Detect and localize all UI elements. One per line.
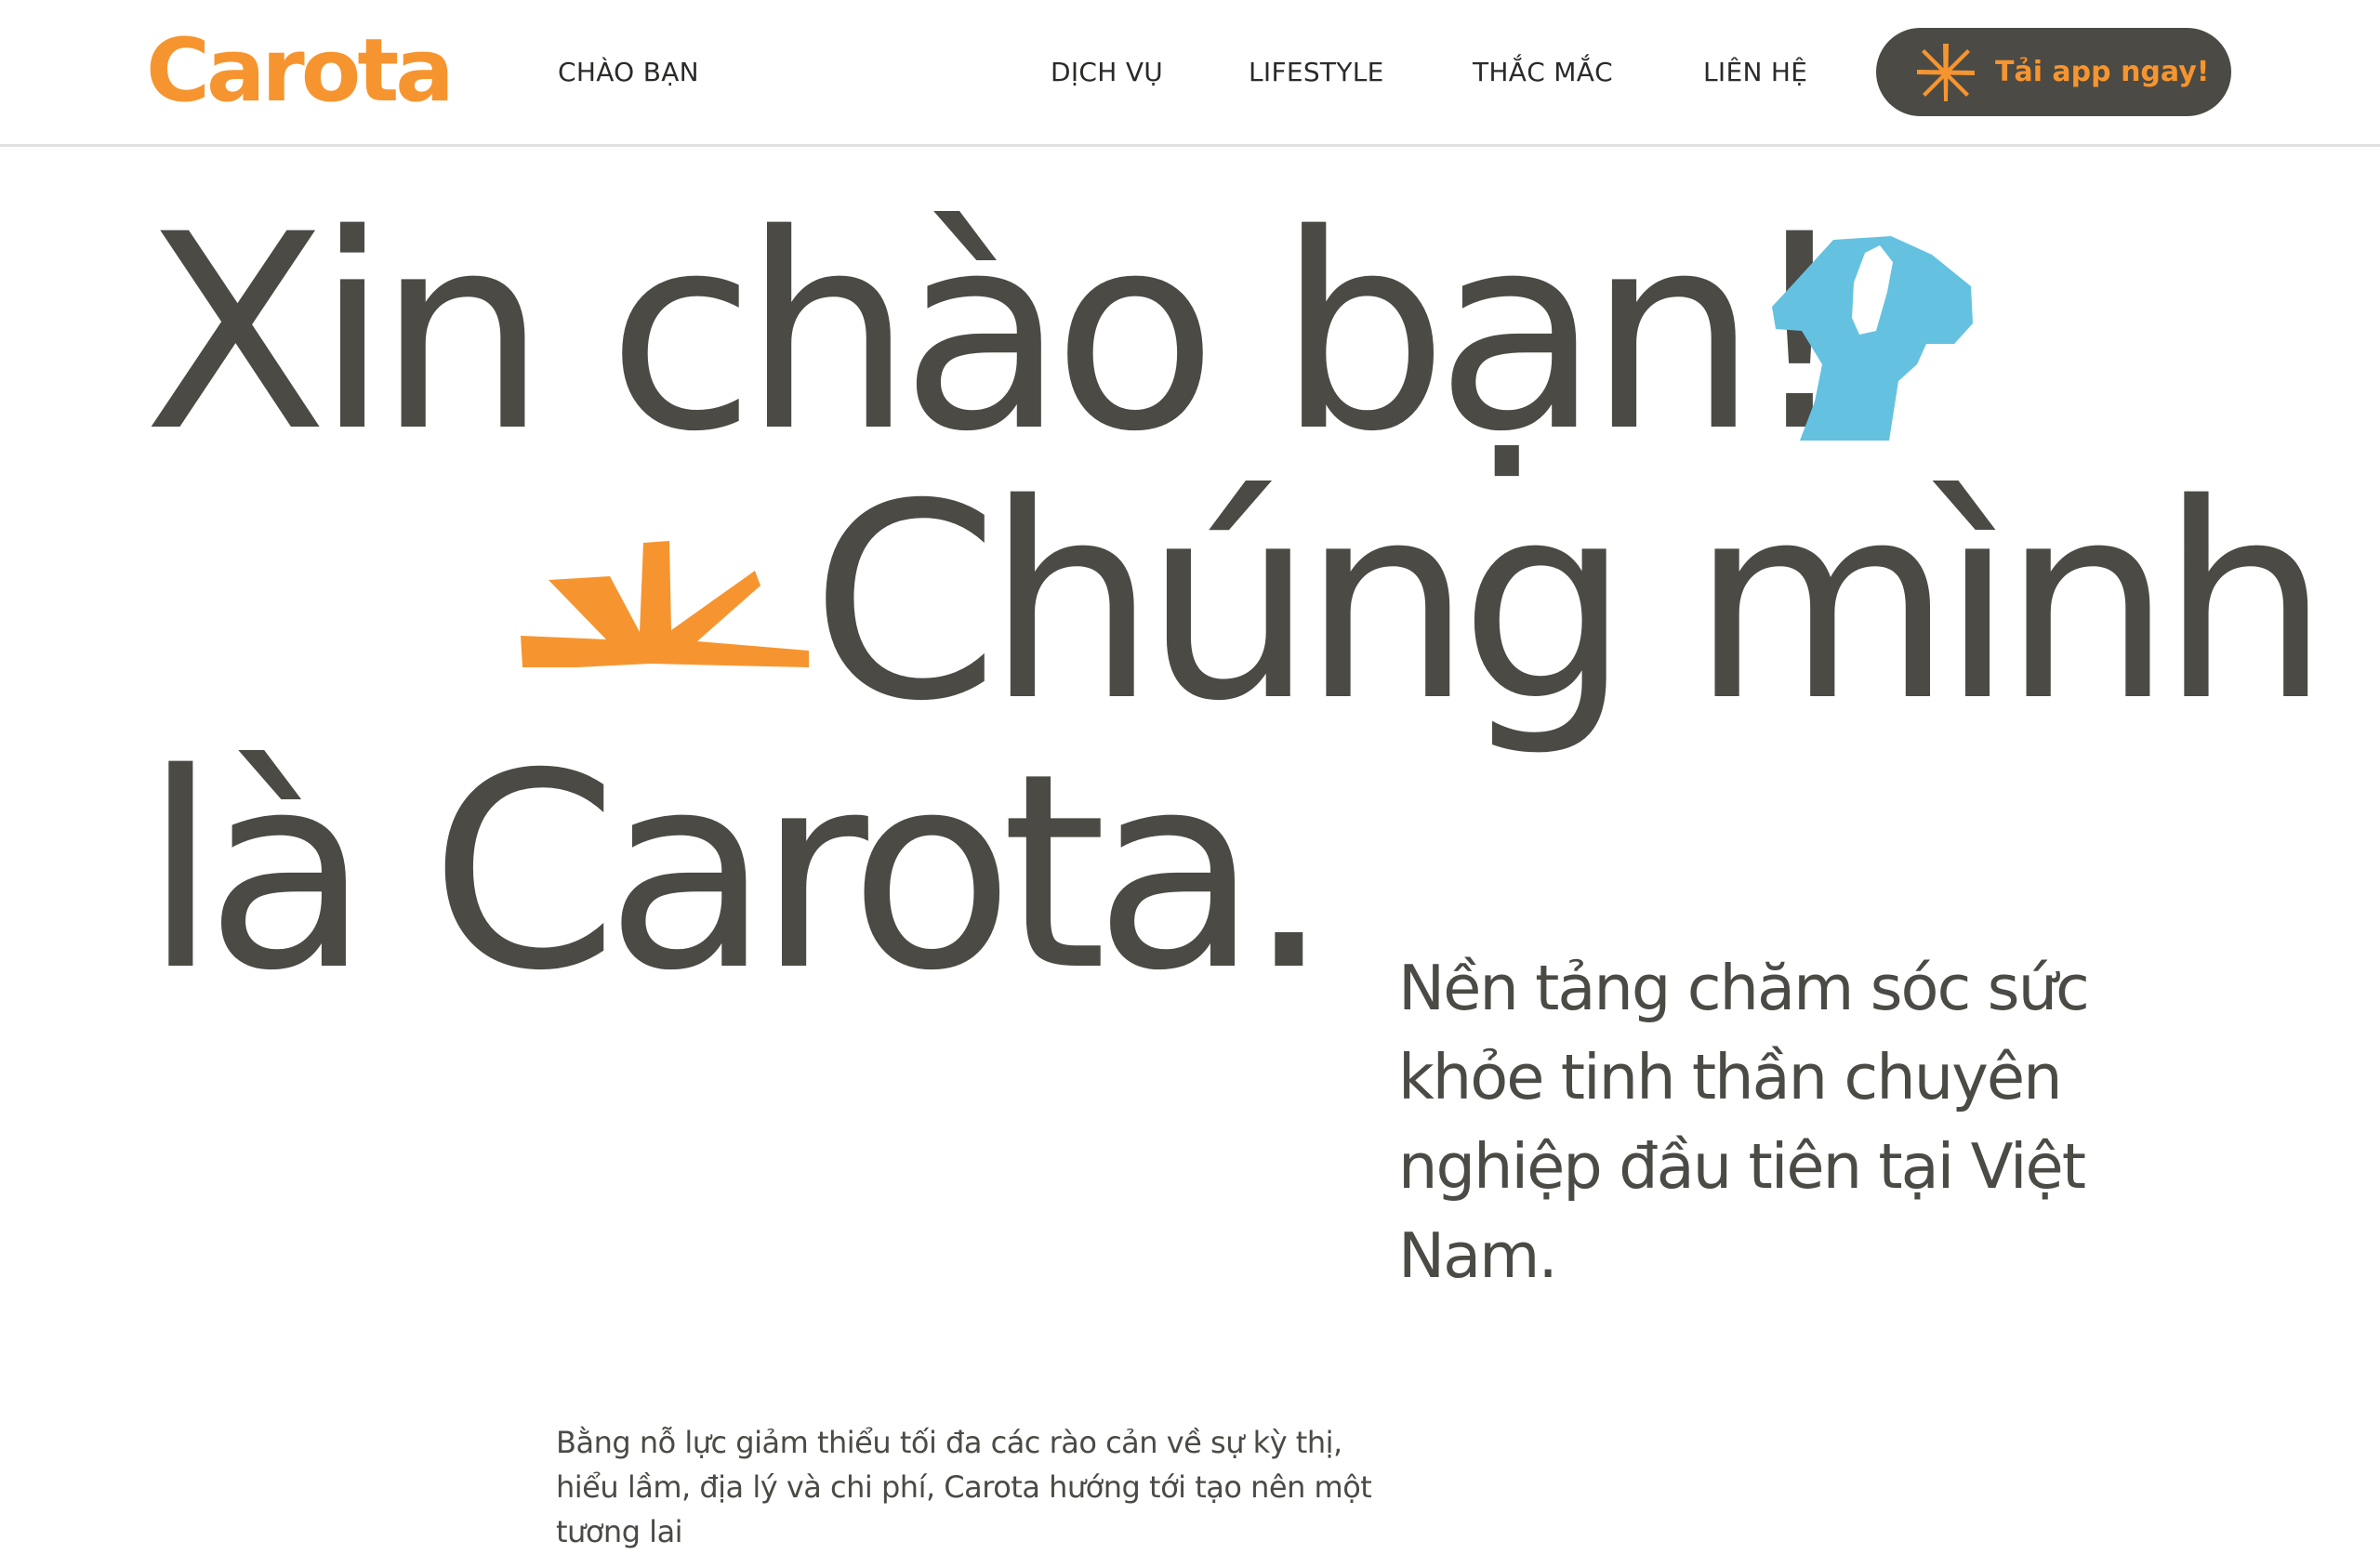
blue-figure-illustration	[1768, 234, 1975, 444]
orange-sunburst-illustration	[521, 537, 809, 677]
hero-line-2: Chúng mình	[811, 447, 2331, 760]
hero-line-1: Xin chào bạn!	[143, 178, 1854, 491]
tagline: Nền tảng chăm sóc sức khỏe tinh thần chu…	[1398, 952, 2090, 1292]
nav-lien-he[interactable]: LIÊN HỆ	[1703, 54, 1807, 91]
nav-chao-ban[interactable]: CHÀO BẠN	[558, 54, 699, 91]
description-paragraph: Bằng nỗ lực giảm thiểu tối đa các rào cả…	[556, 1425, 1372, 1549]
orange-star-icon	[1915, 42, 1977, 103]
site-header: Carota CHÀO BẠN DỊCH VỤ LIFESTYLE THẮC M…	[0, 0, 2380, 147]
download-app-label: Tải app ngay!	[1995, 56, 2210, 88]
carota-logo[interactable]: Carota	[146, 20, 455, 123]
download-app-button[interactable]: Tải app ngay!	[1876, 28, 2231, 116]
nav-lifestyle[interactable]: LIFESTYLE	[1249, 54, 1384, 91]
hero-line-3: là Carota.	[143, 717, 1332, 1030]
nav-dich-vu[interactable]: DỊCH VỤ	[1051, 54, 1163, 91]
nav-thac-mac[interactable]: THẮC MẮC	[1473, 54, 1613, 91]
